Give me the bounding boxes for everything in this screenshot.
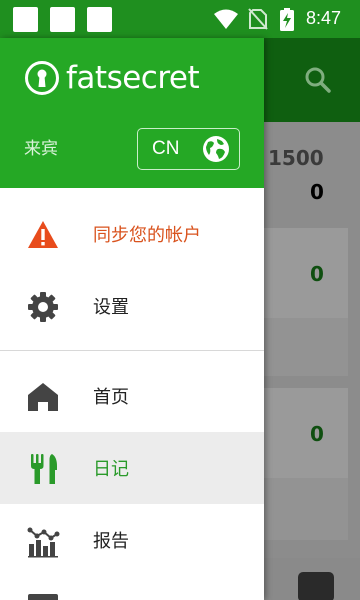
battery-charging-icon <box>280 8 294 31</box>
menu-item-settings[interactable]: 设置 <box>0 270 264 342</box>
drawer-header: fatsecret 来宾 CN <box>0 38 264 188</box>
clock-time: 8:47 <box>306 8 342 28</box>
no-sim-icon <box>248 8 268 30</box>
menu-item-home[interactable]: 首页 <box>0 360 264 432</box>
meal-card-footer <box>264 318 348 376</box>
notification-square-icon <box>87 7 112 32</box>
meal-calorie-value: 0 <box>310 422 324 446</box>
meal-card <box>264 228 348 318</box>
warning-icon <box>28 221 58 248</box>
brand-name: fatsecret <box>66 60 200 96</box>
fork-knife-icon <box>31 454 57 484</box>
menu-label-settings: 设置 <box>93 297 129 318</box>
calorie-consumed-value: 0 <box>310 180 324 204</box>
wifi-icon <box>214 9 238 29</box>
home-icon <box>28 383 58 411</box>
notification-square-icon <box>50 7 75 32</box>
notification-square-icon <box>13 7 38 32</box>
gear-icon <box>28 292 58 322</box>
menu-label-sync-account: 同步您的帐户 <box>93 225 201 246</box>
calorie-target-value: 1500 <box>268 146 324 170</box>
region-button[interactable]: CN <box>137 128 240 170</box>
menu-divider <box>0 350 264 351</box>
globe-icon <box>203 136 229 162</box>
report-chart-icon <box>27 527 60 558</box>
bottom-action-icon[interactable] <box>298 572 334 600</box>
app-screen: 1500 0 0 0 8:47 fatsecret 来宾 CN 同步您的帐户 设… <box>0 0 360 600</box>
brand-logo: fatsecret <box>24 60 200 96</box>
keyhole-logo-icon <box>25 61 59 95</box>
meal-card <box>264 388 348 478</box>
menu-label-reports: 报告 <box>93 531 129 552</box>
menu-item-diary[interactable]: 日记 <box>0 432 264 504</box>
search-icon[interactable] <box>302 64 334 96</box>
menu-label-diary: 日记 <box>93 459 129 480</box>
user-label: 来宾 <box>24 139 58 159</box>
navigation-drawer: fatsecret 来宾 CN 同步您的帐户 设置 首页 日记 报告 <box>0 38 264 600</box>
menu-label-home: 首页 <box>93 387 129 408</box>
region-label: CN <box>152 138 180 159</box>
menu-item-sync-account[interactable]: 同步您的帐户 <box>0 198 264 270</box>
next-menu-item-icon[interactable] <box>28 594 58 600</box>
meal-calorie-value: 0 <box>310 262 324 286</box>
menu-item-reports[interactable]: 报告 <box>0 504 264 576</box>
meal-card-footer <box>264 478 348 540</box>
status-bar: 8:47 <box>0 0 360 38</box>
